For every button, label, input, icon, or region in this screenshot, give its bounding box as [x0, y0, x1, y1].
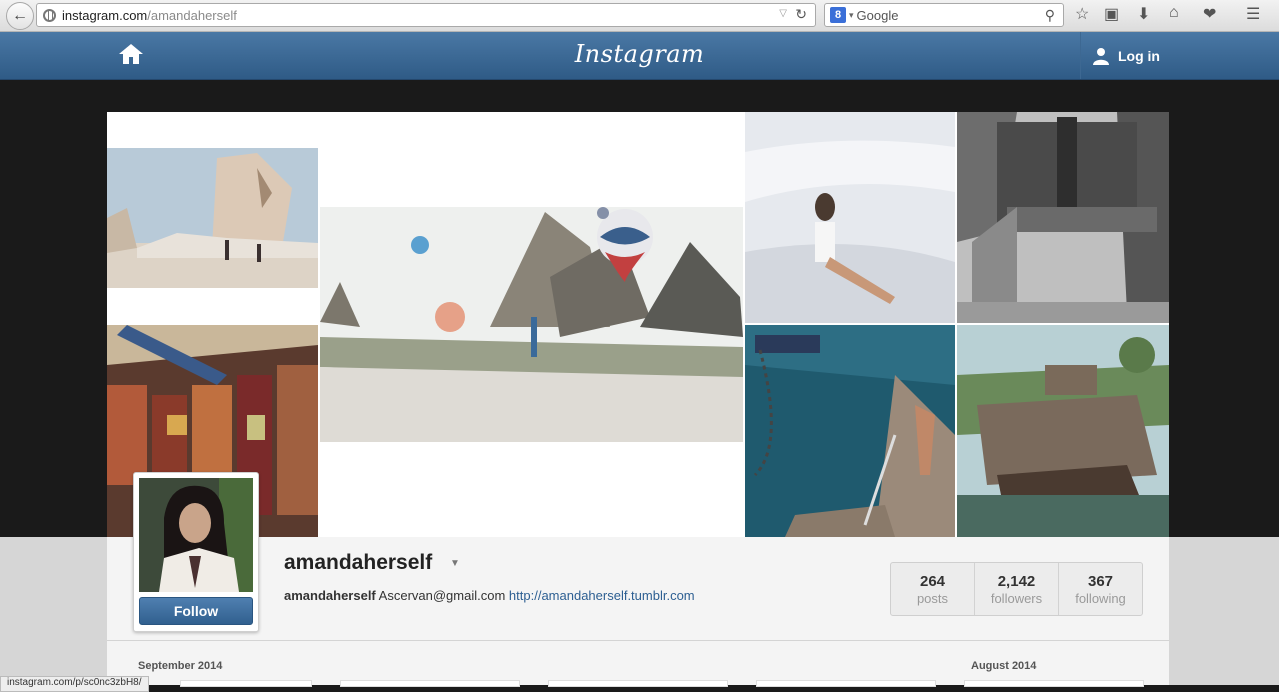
- avatar[interactable]: [139, 478, 253, 592]
- bio-text: Ascervan@gmail.com: [378, 588, 506, 603]
- photo-rock-formation[interactable]: [107, 148, 318, 288]
- user-icon: [1093, 47, 1109, 65]
- month-heading-left: September 2014: [138, 660, 223, 672]
- menu-icon[interactable]: ☰: [1246, 4, 1260, 24]
- stat-value: 2,142: [997, 572, 1036, 590]
- month-heading-right: August 2014: [971, 660, 1037, 672]
- search-input[interactable]: Google: [857, 8, 899, 23]
- address-bar[interactable]: instagram.com/amandaherself ▽ ↻: [36, 3, 816, 27]
- url-dropdown-icon[interactable]: ▽: [779, 8, 787, 19]
- google-engine-icon[interactable]: 8: [830, 7, 846, 23]
- stat-label: followers: [990, 590, 1043, 606]
- timeline-thumb[interactable]: [548, 680, 728, 687]
- timeline-thumb[interactable]: [180, 680, 312, 687]
- search-bar[interactable]: 8 ▾ Google ⚲: [824, 3, 1064, 27]
- photo-collage: [107, 112, 1169, 537]
- pocket-icon[interactable]: ❤: [1203, 4, 1216, 24]
- login-label: Log in: [1118, 47, 1160, 64]
- instagram-header: Instagram Log in: [0, 32, 1279, 80]
- globe-icon: [43, 8, 56, 22]
- url-text: instagram.com/amandaherself: [62, 7, 237, 23]
- photo-wooden-cabin[interactable]: [957, 112, 1169, 323]
- login-button[interactable]: Log in: [1080, 32, 1171, 79]
- photo-rock-waterfall[interactable]: [957, 325, 1169, 537]
- arrow-left-icon: ←: [12, 7, 28, 24]
- stat-followers[interactable]: 2,142 followers: [974, 563, 1058, 615]
- photo-balloons-valley[interactable]: [320, 207, 743, 442]
- stat-value: 367: [1087, 572, 1114, 590]
- photo-sea-ladder[interactable]: [745, 325, 955, 537]
- caret-down-icon[interactable]: ▼: [450, 558, 460, 569]
- bookmarks-list-icon[interactable]: ▣: [1104, 4, 1119, 24]
- timeline-thumb[interactable]: [340, 680, 520, 687]
- reload-icon[interactable]: ↻: [795, 6, 807, 23]
- follow-button[interactable]: Follow: [139, 597, 253, 625]
- stat-label: posts: [916, 590, 949, 606]
- download-icon[interactable]: ⬇: [1137, 4, 1150, 24]
- stat-value: 264: [919, 572, 946, 590]
- profile-stats: 264 posts 2,142 followers 367 following: [890, 562, 1143, 616]
- bio-name: amandaherself: [284, 588, 376, 603]
- browser-toolbar: ← instagram.com/amandaherself ▽ ↻ 8 ▾ Go…: [0, 0, 1279, 32]
- magnifier-icon[interactable]: ⚲: [1045, 7, 1055, 24]
- profile-bio: amandaherself Ascervan@gmail.com http://…: [284, 588, 695, 603]
- timeline-thumb[interactable]: [756, 680, 936, 687]
- profile-username: amandaherself: [284, 551, 433, 574]
- status-bar-url: instagram.com/p/sc0nc3zbH8/: [0, 676, 149, 692]
- browser-home-icon[interactable]: ⌂: [1169, 4, 1179, 22]
- stat-following[interactable]: 367 following: [1058, 563, 1142, 615]
- stat-label: following: [1075, 590, 1126, 606]
- bio-link[interactable]: http://amandaherself.tumblr.com: [509, 588, 695, 603]
- back-button[interactable]: ←: [6, 2, 34, 30]
- photo-woman-white-terrace[interactable]: [745, 112, 955, 323]
- avatar-card: Follow: [133, 472, 259, 632]
- stat-posts[interactable]: 264 posts: [891, 563, 974, 615]
- engine-dropdown-icon[interactable]: ▾: [849, 10, 854, 21]
- bookmark-star-icon[interactable]: ☆: [1075, 4, 1089, 24]
- timeline-thumb[interactable]: [964, 680, 1144, 687]
